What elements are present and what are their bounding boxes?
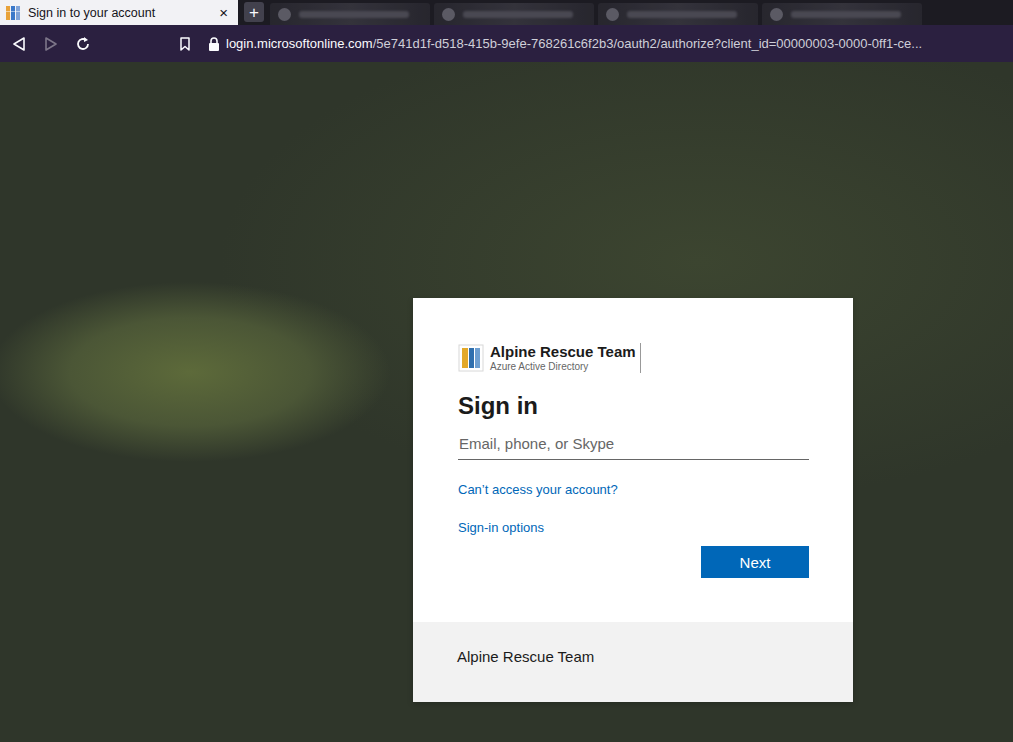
reload-button[interactable]: [70, 31, 96, 57]
tab-title: Sign in to your account: [28, 6, 209, 20]
back-button[interactable]: [6, 31, 32, 57]
tab-favicon-icon: [278, 8, 291, 21]
tab-favicon-icon: [442, 8, 455, 21]
blurred-title: [627, 11, 737, 18]
sign-in-card: Alpine Rescue TeamAzure Active Directory…: [413, 298, 853, 702]
background-photo: Alpine Rescue TeamAzure Active Directory…: [0, 62, 1013, 742]
email-field: [458, 429, 809, 460]
org-logo-icon: [458, 344, 484, 372]
tab-favicon-icon: [606, 8, 619, 21]
favicon-icon: [6, 6, 20, 20]
bookmark-icon: [177, 36, 193, 52]
sign-in-heading: Sign in: [458, 391, 809, 421]
close-tab-button[interactable]: ×: [217, 4, 230, 21]
background-tab[interactable]: [270, 3, 430, 25]
organization-logo: Alpine Rescue TeamAzure Active Directory: [458, 343, 809, 373]
link-row: Sign-in options: [458, 518, 809, 536]
help-link[interactable]: Can’t access your account?: [458, 482, 618, 497]
tab-favicon-icon: [770, 8, 783, 21]
background-tab[interactable]: [762, 3, 922, 25]
url-text[interactable]: login.microsoftonline.com/5e741d1f-d518-…: [226, 36, 1013, 51]
actions: Next: [458, 546, 809, 578]
org-name: Alpine Rescue Team: [490, 343, 636, 361]
back-icon: [11, 36, 27, 52]
url-host: login.microsoftonline.com: [226, 36, 373, 51]
url-path: /5e741d1f-d518-415b-9efe-768261c6f2b3/oa…: [373, 36, 922, 51]
lock-icon: [208, 37, 220, 51]
card-footer: Alpine Rescue Team: [413, 622, 853, 702]
address-bar[interactable]: login.microsoftonline.com/5e741d1f-d518-…: [208, 36, 1013, 51]
forward-icon: [43, 36, 59, 52]
tab-bar: Sign in to your account × +: [0, 0, 1013, 25]
org-subtitle: Azure Active Directory: [490, 361, 636, 373]
card-body: Alpine Rescue TeamAzure Active Directory…: [413, 298, 853, 622]
logo-text: Alpine Rescue TeamAzure Active Directory: [490, 343, 641, 373]
email-input[interactable]: [458, 429, 809, 459]
next-button[interactable]: Next: [701, 546, 809, 578]
background-tab[interactable]: [598, 3, 758, 25]
navigation-bar: login.microsoftonline.com/5e741d1f-d518-…: [0, 25, 1013, 62]
blurred-title: [299, 11, 409, 18]
new-tab-button[interactable]: +: [244, 2, 264, 22]
links: Can’t access your account? Sign-in option…: [458, 480, 809, 536]
link-row: Can’t access your account?: [458, 480, 809, 498]
browser-tab[interactable]: Sign in to your account ×: [0, 0, 238, 25]
forward-button[interactable]: [38, 31, 64, 57]
blurred-title: [463, 11, 573, 18]
help-link[interactable]: Sign-in options: [458, 520, 544, 535]
blurred-title: [791, 11, 901, 18]
bookmark-button[interactable]: [172, 31, 198, 57]
background-tab[interactable]: [434, 3, 594, 25]
reload-icon: [75, 36, 91, 52]
